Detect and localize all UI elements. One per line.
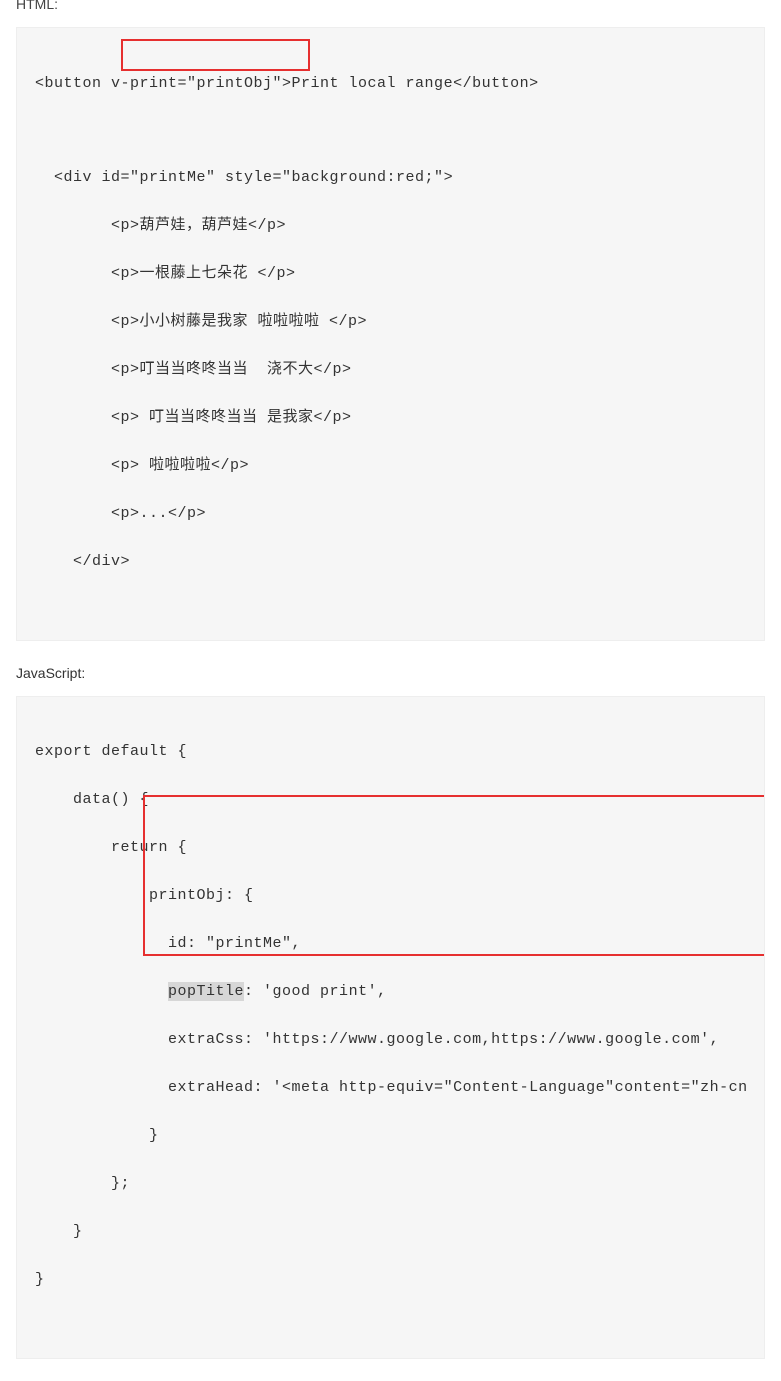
highlight-box-vprint <box>121 39 310 71</box>
code-line: <p> 啦啦啦啦</p> <box>35 453 746 479</box>
code-line: <div id="printMe" style="background:red;… <box>35 165 746 191</box>
code-line: export default { <box>35 739 746 765</box>
code-line: <p>一根藤上七朵花 </p> <box>35 261 746 287</box>
html-code-block: <button v-print="printObj">Print local r… <box>16 27 765 641</box>
javascript-section-label: JavaScript: <box>16 663 765 684</box>
code-line <box>35 119 746 143</box>
code-line: <p>小小树藤是我家 啦啦啦啦 </p> <box>35 309 746 335</box>
code-line: return { <box>35 835 746 861</box>
code-line: </div> <box>35 549 746 575</box>
javascript-code-block: export default { data() { return { print… <box>16 696 765 1359</box>
code-line: <p>葫芦娃，葫芦娃</p> <box>35 213 746 239</box>
code-line: extraCss: 'https://www.google.com,https:… <box>35 1027 746 1053</box>
code-line: data() { <box>35 787 746 813</box>
code-line: } <box>35 1267 746 1293</box>
highlight-poptitle: popTitle <box>168 982 244 1001</box>
code-line: } <box>35 1219 746 1245</box>
code-line: extraHead: '<meta http-equiv="Content-La… <box>35 1075 746 1101</box>
code-line: <button v-print="printObj">Print local r… <box>35 71 746 97</box>
code-line: <p>叮当当咚咚当当 浇不大</p> <box>35 357 746 383</box>
code-line: popTitle: 'good print', <box>35 979 746 1005</box>
code-line: <p>...</p> <box>35 501 746 527</box>
code-line: <p> 叮当当咚咚当当 是我家</p> <box>35 405 746 431</box>
code-line: }; <box>35 1171 746 1197</box>
code-line: id: "printMe", <box>35 931 746 957</box>
code-line: } <box>35 1123 746 1149</box>
html-section-label: HTML: <box>16 0 765 15</box>
code-line: printObj: { <box>35 883 746 909</box>
